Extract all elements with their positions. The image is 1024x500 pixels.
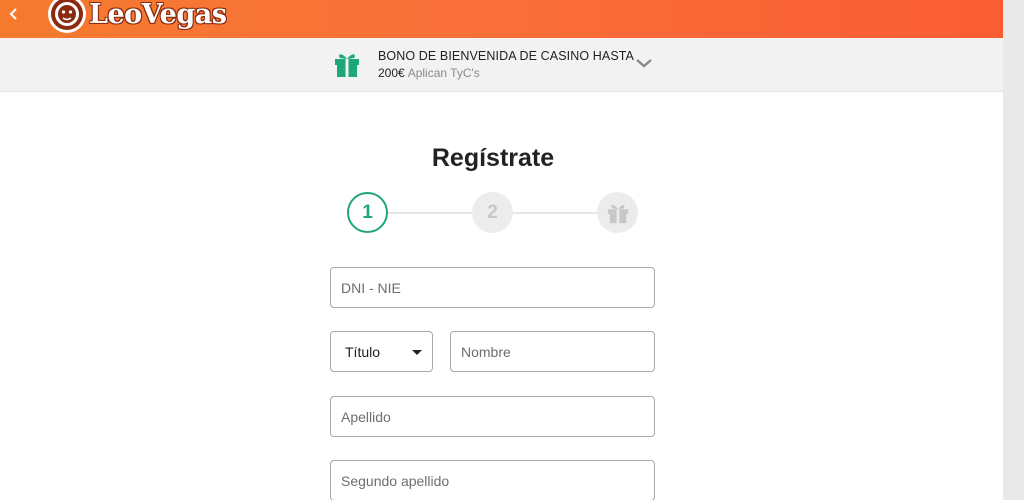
chevron-left-icon <box>9 8 17 20</box>
logo-text: LeoVegas <box>89 0 227 30</box>
apellido-field <box>330 396 655 437</box>
promo-amount: 200€ <box>378 66 405 80</box>
lion-head-icon <box>48 0 86 33</box>
gift-icon <box>335 54 359 77</box>
back-button[interactable] <box>4 3 24 25</box>
welcome-bonus-banner[interactable]: BONO DE BIENVENIDA DE CASINO HASTA 200€ A… <box>0 38 1003 92</box>
apellido-input[interactable] <box>331 397 654 436</box>
nombre-input[interactable] <box>451 332 654 371</box>
top-bar: LeoVegas <box>0 0 1003 38</box>
gift-icon <box>607 204 628 223</box>
promo-subtitle: 200€ Aplican TyC's <box>378 66 480 80</box>
page-title: Regístrate <box>431 144 555 172</box>
registration-page: LeoVegas BONO DE BIENVENIDA DE CASINO HA… <box>0 0 1003 500</box>
step-2-indicator: 2 <box>472 192 513 233</box>
segundo-apellido-field <box>330 460 655 500</box>
nombre-field <box>450 331 655 372</box>
step-connector <box>388 212 472 214</box>
title-select[interactable]: Título <box>330 331 433 372</box>
dni-field <box>330 267 655 308</box>
step-3-indicator <box>597 192 638 233</box>
step-connector <box>513 212 597 214</box>
leovegas-logo[interactable]: LeoVegas <box>48 0 227 34</box>
scrollbar-gutter[interactable] <box>1003 0 1024 500</box>
caret-down-icon <box>412 350 422 355</box>
promo-title: BONO DE BIENVENIDA DE CASINO HASTA <box>378 49 634 63</box>
segundo-apellido-input[interactable] <box>331 461 654 500</box>
dni-input[interactable] <box>331 268 654 307</box>
chevron-down-icon[interactable] <box>634 55 654 71</box>
title-select-value: Título <box>345 343 381 360</box>
step-1-indicator: 1 <box>347 192 388 233</box>
promo-terms: Aplican TyC's <box>407 66 480 80</box>
